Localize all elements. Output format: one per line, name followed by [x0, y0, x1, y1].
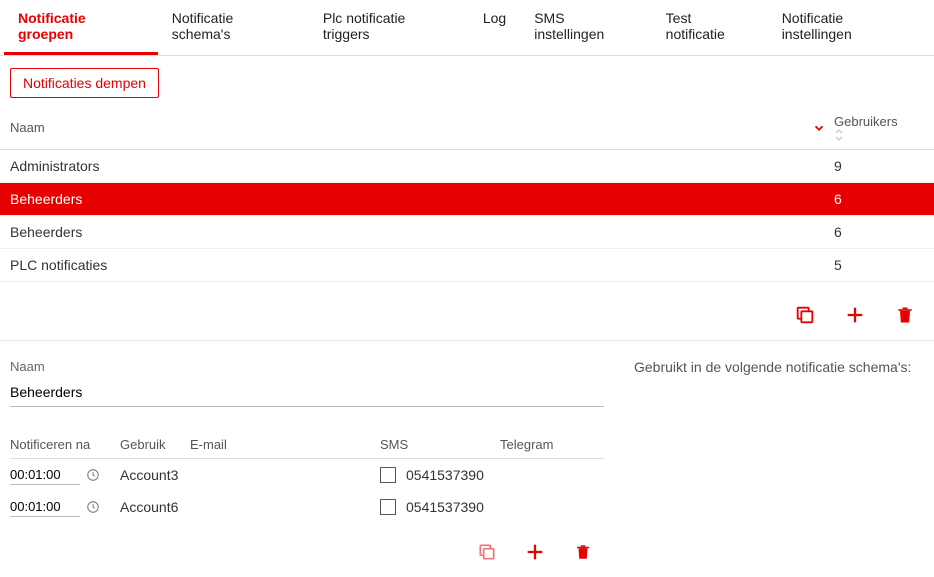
sms-number: 0541537390: [406, 467, 484, 483]
sms-checkbox[interactable]: [380, 499, 396, 515]
row-name: Administrators: [10, 158, 834, 174]
sub-copy-icon[interactable]: [476, 541, 498, 563]
mute-notifications-button[interactable]: Notificaties dempen: [10, 68, 159, 98]
sub-delete-icon[interactable]: [572, 541, 594, 563]
notify-time-input[interactable]: [10, 465, 80, 485]
table-row[interactable]: Beheerders6: [0, 183, 934, 216]
tab-1[interactable]: Notificatie schema's: [158, 0, 309, 55]
row-name: Beheerders: [10, 191, 834, 207]
column-users-header[interactable]: Gebruikers: [834, 114, 898, 129]
add-icon[interactable]: [844, 304, 866, 326]
row-users: 9: [834, 158, 924, 174]
row-users: 6: [834, 224, 924, 240]
table-header: Naam Gebruikers: [0, 106, 934, 150]
copy-icon[interactable]: [794, 304, 816, 326]
detail-name-input[interactable]: [10, 380, 604, 407]
tab-0[interactable]: Notificatie groepen: [4, 0, 158, 55]
row-name: PLC notificaties: [10, 257, 834, 273]
clock-icon[interactable]: [86, 468, 100, 482]
detail-name-label: Naam: [10, 359, 604, 374]
tab-2[interactable]: Plc notificatie triggers: [309, 0, 469, 55]
tab-4[interactable]: SMS instellingen: [520, 0, 651, 55]
subcol-notify[interactable]: Notificeren na: [10, 437, 120, 452]
sub-user: Account3: [120, 467, 190, 483]
subcol-telegram[interactable]: Telegram: [500, 437, 590, 452]
sort-neutral-icon[interactable]: [834, 129, 924, 141]
table-row[interactable]: PLC notificaties5: [0, 249, 934, 282]
notify-time-input[interactable]: [10, 497, 80, 517]
subcol-user[interactable]: Gebruik: [120, 437, 190, 452]
subcol-email[interactable]: E-mail: [190, 437, 380, 452]
used-in-label: Gebruikt in de volgende notificatie sche…: [634, 359, 924, 375]
tab-3[interactable]: Log: [469, 0, 520, 55]
sub-row[interactable]: Account3 0541537390: [10, 459, 604, 491]
row-users: 6: [834, 191, 924, 207]
sms-checkbox[interactable]: [380, 467, 396, 483]
row-users: 5: [834, 257, 924, 273]
table-row[interactable]: Administrators9: [0, 150, 934, 183]
sub-row[interactable]: Account6 0541537390: [10, 491, 604, 523]
sub-add-icon[interactable]: [524, 541, 546, 563]
delete-icon[interactable]: [894, 304, 916, 326]
sort-desc-icon[interactable]: [812, 121, 826, 135]
column-name-header[interactable]: Naam: [10, 120, 45, 135]
tab-5[interactable]: Test notificatie: [652, 0, 768, 55]
sms-number: 0541537390: [406, 499, 484, 515]
row-name: Beheerders: [10, 224, 834, 240]
tab-6[interactable]: Notificatie instellingen: [768, 0, 930, 55]
subcol-sms[interactable]: SMS: [380, 437, 500, 452]
sub-user: Account6: [120, 499, 190, 515]
clock-icon[interactable]: [86, 500, 100, 514]
table-row[interactable]: Beheerders6: [0, 216, 934, 249]
